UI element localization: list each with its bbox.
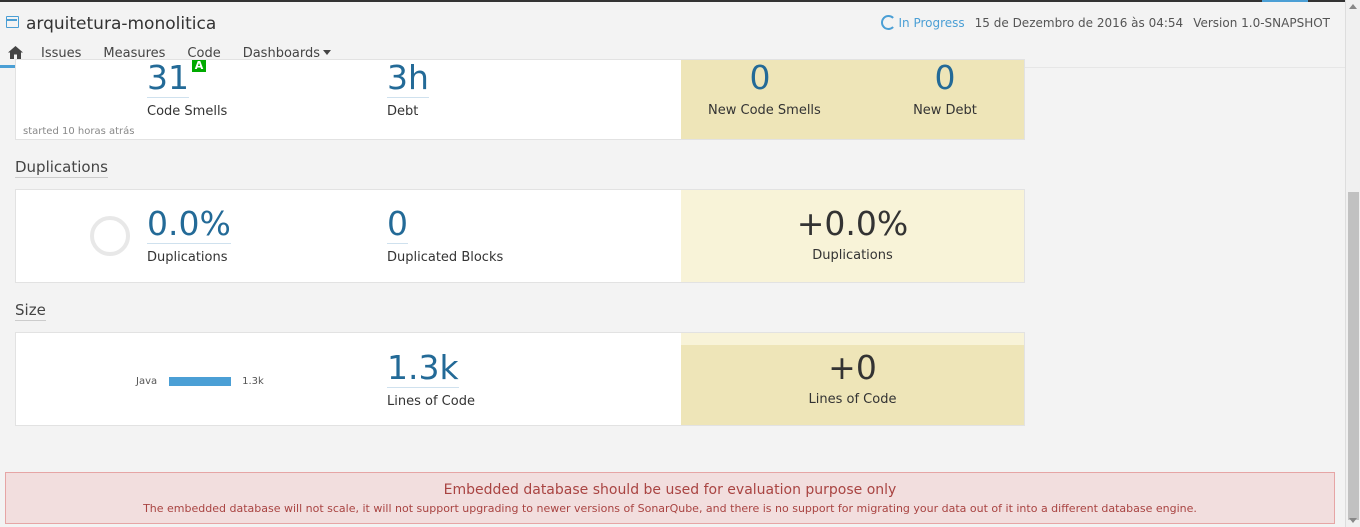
warning-title: Embedded database should be used for eva… [443,482,897,498]
size-section-title: Size [15,301,46,321]
new-lines-of-code-label: Lines of Code [808,392,897,407]
maintainability-rating-badge[interactable]: A [192,60,206,72]
code-smells-measure: 31 Code Smells [147,60,227,119]
duplications-panel: 0.0% Duplications 0 Duplicated Blocks +0… [15,189,1025,283]
new-debt-measure: 0 New Debt [903,60,987,119]
lines-of-code-measure: 1.3k Lines of Code [387,350,475,409]
debt-value[interactable]: 3h [387,60,429,98]
debt-label: Debt [387,104,419,119]
lines-of-code-value[interactable]: 1.3k [387,350,459,388]
duplications-leak: +0.0% Duplications [681,190,1024,282]
maintainability-leak: 0 New Code Smells 0 New Debt [681,60,1024,139]
spinner-icon [880,15,896,30]
duplications-label: Duplications [147,250,228,265]
leak-strip [681,333,1024,345]
new-lines-of-code-value[interactable]: +0 [681,350,1024,386]
new-debt-value[interactable]: 0 [935,60,956,97]
duplications-section-title: Duplications [15,158,108,178]
vertical-scrollbar[interactable] [1345,0,1360,527]
language-bar [169,377,232,386]
home-icon [7,46,23,59]
project-title[interactable]: arquitetura-monolitica [26,14,216,34]
leak-period-started: started 10 horas atrás [23,126,135,137]
language-name: Java [136,376,158,387]
new-code-smells-value[interactable]: 0 [750,60,771,97]
chevron-down-icon [323,50,332,55]
scroll-down-icon[interactable] [1349,518,1357,523]
overview-content: 31 Code Smells A 3h Debt started 10 hora… [0,59,1345,461]
language-distribution: Java 1.3k [136,376,264,387]
new-code-smells-measure: 0 New Code Smells [708,60,821,119]
analysis-status: In Progress 15 de Dezembro de 2016 às 04… [880,15,1330,30]
code-smells-value[interactable]: 31 [147,60,189,98]
duplications-measure: 0.0% Duplications [147,206,231,265]
analysis-date: 15 de Dezembro de 2016 às 04:54 [974,15,1184,30]
embedded-database-warning: Embedded database should be used for eva… [5,472,1335,524]
scrollbar-thumb[interactable] [1348,192,1359,520]
lines-of-code-label: Lines of Code [387,394,475,409]
duplicated-blocks-label: Duplicated Blocks [387,250,504,265]
size-panel: Java 1.3k 1.3k Lines of Code +0 Lines of… [15,332,1025,426]
debt-measure: 3h Debt [387,60,429,119]
project-icon [6,16,19,28]
scroll-up-icon[interactable] [1349,4,1357,9]
new-code-smells-label: New Code Smells [708,103,821,118]
new-duplications-measure: +0.0% Duplications [681,206,1024,264]
new-duplications-value[interactable]: +0.0% [681,206,1024,242]
new-duplications-label: Duplications [812,248,893,263]
size-leak: +0 Lines of Code [681,333,1024,425]
duplications-donut-chart [90,216,130,256]
status-in-progress[interactable]: In Progress [899,16,965,30]
warning-message: The embedded database will not scale, it… [143,502,1197,515]
duplicated-blocks-measure: 0 Duplicated Blocks [387,206,503,265]
project-version: Version 1.0-SNAPSHOT [1193,15,1330,30]
maintainability-panel: 31 Code Smells A 3h Debt started 10 hora… [15,59,1025,140]
duplications-value[interactable]: 0.0% [147,206,231,244]
new-debt-label: New Debt [913,103,977,118]
code-smells-label: Code Smells [147,104,228,119]
language-value: 1.3k [242,376,264,387]
duplicated-blocks-value[interactable]: 0 [387,206,408,244]
new-lines-of-code-measure: +0 Lines of Code [681,350,1024,408]
